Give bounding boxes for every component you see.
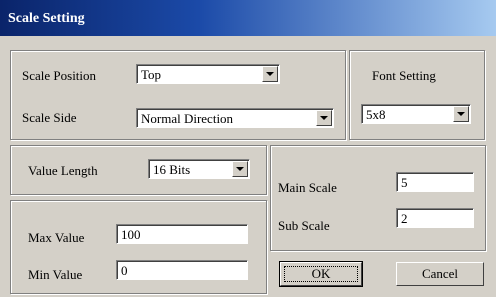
ok-button[interactable]: OK [279,261,363,287]
window-title: Scale Setting [8,11,85,26]
font-setting-group [349,50,485,140]
scale-position-label: Scale Position [22,68,97,83]
max-value-input[interactable]: 100 [116,224,248,244]
value-length-select[interactable]: 16 Bits [148,159,250,179]
chevron-down-icon[interactable] [453,106,469,122]
scale-position-value: Top [141,67,162,82]
max-value-label: Max Value [28,230,85,245]
value-length-value: 16 Bits [153,162,191,177]
min-value-label: Min Value [28,267,83,282]
font-setting-value: 5x8 [366,107,386,122]
scale-position-select[interactable]: Top [136,64,280,84]
chevron-down-icon[interactable] [316,110,332,126]
title-bar[interactable]: Scale Setting [0,0,496,36]
scale-division-group [270,145,486,251]
value-length-label: Value Length [28,163,98,178]
font-setting-select[interactable]: 5x8 [361,104,471,124]
chevron-down-icon[interactable] [262,66,278,82]
cancel-button[interactable]: Cancel [396,262,484,286]
min-value-input[interactable]: 0 [116,260,248,280]
main-scale-label: Main Scale [278,180,337,195]
chevron-down-icon[interactable] [232,161,248,177]
scale-side-select[interactable]: Normal Direction [136,108,334,128]
scale-side-label: Scale Side [22,110,77,125]
scale-side-value: Normal Direction [141,111,234,126]
main-scale-input[interactable]: 5 [396,172,474,192]
font-setting-label: Font Setting [372,68,436,83]
sub-scale-input[interactable]: 2 [396,208,474,228]
sub-scale-label: Sub Scale [278,218,330,233]
